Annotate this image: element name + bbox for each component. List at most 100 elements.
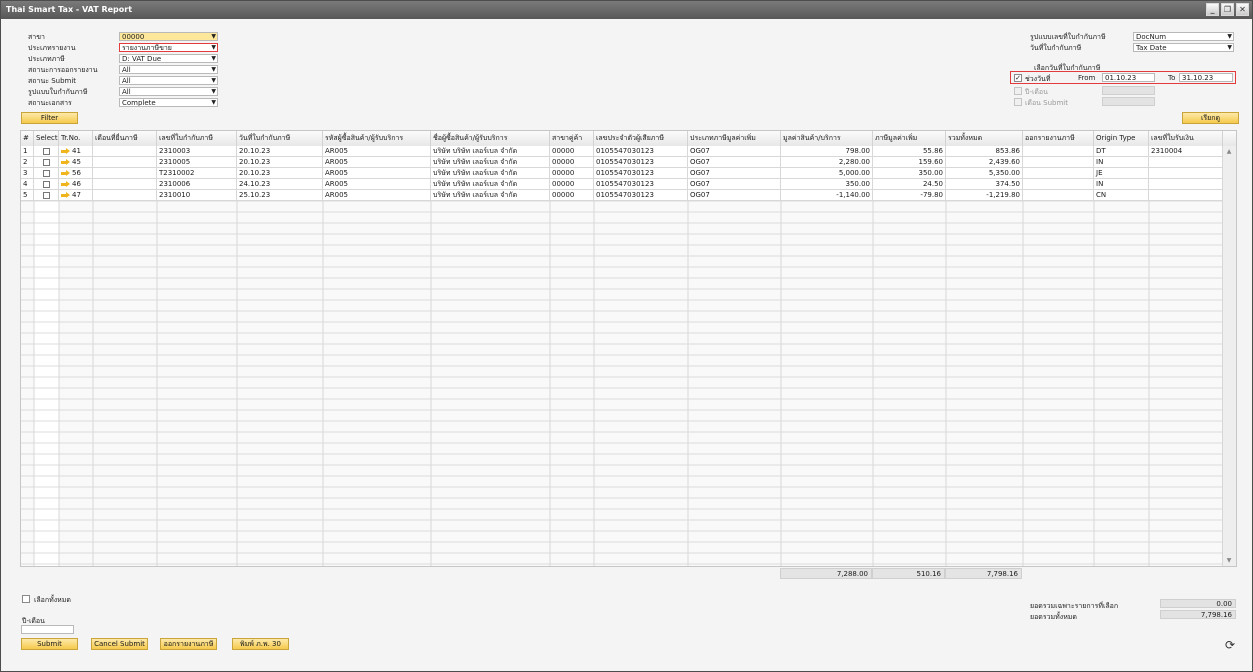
cell-select[interactable]: [34, 146, 59, 156]
column-header-trno[interactable]: Tr.No.: [59, 131, 93, 146]
year-month-input[interactable]: [1102, 86, 1155, 95]
column-header-issued[interactable]: ออกรายงานภาษี: [1023, 131, 1094, 146]
close-button[interactable]: ✕: [1236, 3, 1249, 16]
column-header-origin[interactable]: Origin Type: [1094, 131, 1149, 146]
minimize-button[interactable]: _: [1206, 3, 1219, 16]
cell-branch: 00000: [550, 190, 594, 200]
scroll-down-icon[interactable]: ▼: [1225, 557, 1233, 564]
to-label: To: [1168, 74, 1176, 82]
column-header-date[interactable]: วันที่ใบกำกับภาษี: [237, 131, 323, 146]
doc-number-format-combo[interactable]: DocNum ▼: [1133, 32, 1234, 41]
issue-status-value: All: [122, 66, 131, 74]
row-select-checkbox[interactable]: [42, 147, 50, 155]
year-month-checkbox[interactable]: [1014, 87, 1022, 95]
date-range-label: ช่วงวันที่: [1025, 75, 1051, 83]
column-header-receipt[interactable]: เลขที่ใบรับเงิน: [1149, 131, 1223, 146]
cell-date: 25.10.23: [237, 190, 323, 200]
refresh-icon[interactable]: ⟳: [1224, 639, 1236, 651]
cell-vattype: OG07: [688, 146, 781, 156]
cell-total: -1,219.80: [946, 190, 1023, 200]
doc-number-format-label: รูปแบบเลขที่ใบกำกับภาษี: [1030, 33, 1106, 41]
submit-button[interactable]: Submit: [21, 638, 78, 650]
cell-month: [93, 190, 157, 200]
cell-select[interactable]: [34, 190, 59, 200]
column-header-select[interactable]: Select: [34, 131, 59, 146]
print-form-button[interactable]: พิมพ์ ภ.พ. 30: [232, 638, 289, 650]
vertical-scrollbar[interactable]: ▲ ▼: [1222, 146, 1236, 566]
cell-date: 20.10.23: [237, 168, 323, 178]
cell-invoice: T2310002: [157, 168, 237, 178]
chevron-down-icon: ▼: [211, 99, 216, 106]
tax-type-label: ประเภทภาษี: [28, 55, 65, 63]
table-row[interactable]: 5 47 2310010 25.10.23 AR005 บริษัท บริษัท เลอ…: [21, 190, 1223, 201]
column-header-vat[interactable]: ภาษีมูลค่าเพิ่ม: [873, 131, 946, 146]
row-select-checkbox[interactable]: [42, 158, 50, 166]
row-select-checkbox[interactable]: [42, 180, 50, 188]
column-header-total[interactable]: รวมทั้งหมด: [946, 131, 1023, 146]
column-header-name[interactable]: ชื่อผู้ซื้อสินค้า/ผู้รับบริการ: [431, 131, 550, 146]
cell-num: 4: [21, 179, 34, 189]
column-header-branch[interactable]: สาขาคู่ค้า: [550, 131, 594, 146]
bottom-year-month-input[interactable]: [21, 625, 74, 634]
submit-month-input[interactable]: [1102, 97, 1155, 106]
column-header-amount[interactable]: มูลค่าสินค้า/บริการ: [781, 131, 873, 146]
column-header-vattype[interactable]: ประเภทภาษีมูลค่าเพิ่ม: [688, 131, 781, 146]
branch-combo[interactable]: 00000 ▼: [119, 32, 218, 41]
column-header-month[interactable]: เดือนที่ยื่นภาษี: [93, 131, 157, 146]
column-header-taxid[interactable]: เลขประจำตัวผู้เสียภาษี: [594, 131, 688, 146]
tr-no-text: 47: [72, 191, 81, 199]
row-select-checkbox[interactable]: [42, 169, 50, 177]
issue-status-label: สถานะการออกรายงาน: [28, 66, 98, 74]
submit-month-label: เดือน Submit: [1025, 99, 1068, 107]
cell-issued: [1023, 190, 1094, 200]
from-date-input[interactable]: 01.10.23: [1102, 73, 1155, 82]
submit-month-checkbox[interactable]: [1014, 98, 1022, 106]
cell-date: 24.10.23: [237, 179, 323, 189]
select-all-checkbox[interactable]: [22, 595, 30, 603]
cell-taxid: 0105547030123: [594, 190, 688, 200]
arrow-right-icon[interactable]: [61, 191, 70, 199]
column-header-num[interactable]: #: [21, 131, 34, 146]
title-bar: Thai Smart Tax - VAT Report _ ❐ ✕: [1, 1, 1252, 19]
submit-status-combo[interactable]: All ▼: [119, 76, 218, 85]
cell-code: AR005: [323, 146, 431, 156]
cell-select[interactable]: [34, 157, 59, 167]
cell-date: 20.10.23: [237, 157, 323, 167]
cell-code: AR005: [323, 179, 431, 189]
issue-report-button[interactable]: ออกรายงานภาษี: [160, 638, 217, 650]
to-date-input[interactable]: 31.10.23: [1179, 73, 1233, 82]
arrow-right-icon[interactable]: [61, 147, 70, 155]
cell-select[interactable]: [34, 168, 59, 178]
issue-status-combo[interactable]: All ▼: [119, 65, 218, 74]
table-row[interactable]: 4 46 2310006 24.10.23 AR005 บริษัท บริษัท เลอ…: [21, 179, 1223, 190]
invoice-format-combo[interactable]: All ▼: [119, 87, 218, 96]
scroll-up-icon[interactable]: ▲: [1225, 148, 1233, 155]
column-header-invoice[interactable]: เลขที่ใบกำกับภาษี: [157, 131, 237, 146]
date-range-checkbox[interactable]: ✓: [1014, 74, 1022, 82]
cell-select[interactable]: [34, 179, 59, 189]
selected-total-label: ยอดรวมเฉพาะรายการที่เลือก: [1030, 602, 1119, 610]
arrow-right-icon[interactable]: [61, 169, 70, 177]
grand-total-label: ยอดรวมทั้งหมด: [1030, 613, 1077, 621]
arrow-right-icon[interactable]: [61, 158, 70, 166]
tax-date-combo[interactable]: Tax Date ▼: [1133, 43, 1234, 52]
cell-receipt: 2310004: [1149, 146, 1223, 156]
cell-vat: 55.86: [873, 146, 946, 156]
cell-invoice: 2310003: [157, 146, 237, 156]
table-row[interactable]: 3 56 T2310002 20.10.23 AR005 บริษัท บริษัท เล…: [21, 168, 1223, 179]
doc-status-combo[interactable]: Complete ▼: [119, 98, 218, 107]
arrow-right-icon[interactable]: [61, 180, 70, 188]
column-header-code[interactable]: รหัสผู้ซื้อสินค้า/ผู้รับบริการ: [323, 131, 431, 146]
row-select-checkbox[interactable]: [42, 191, 50, 199]
report-type-value: รายงานภาษีขาย: [122, 44, 172, 52]
filter-button[interactable]: Filter: [21, 112, 78, 124]
table-row[interactable]: 1 41 2310003 20.10.23 AR005 บริษัท บริษัท เลอ…: [21, 146, 1223, 157]
tax-type-combo[interactable]: D: VAT Due ▼: [119, 54, 218, 63]
restore-button[interactable]: ❐: [1221, 3, 1234, 16]
table-row[interactable]: 2 45 2310005 20.10.23 AR005 บริษัท บริษัท เลอ…: [21, 157, 1223, 168]
report-type-combo[interactable]: รายงานภาษีขาย ▼: [119, 43, 218, 52]
cancel-submit-button[interactable]: Cancel Submit: [91, 638, 148, 650]
select-button[interactable]: เรียกดู: [1182, 112, 1239, 124]
cell-branch: 00000: [550, 157, 594, 167]
cell-invoice: 2310005: [157, 157, 237, 167]
